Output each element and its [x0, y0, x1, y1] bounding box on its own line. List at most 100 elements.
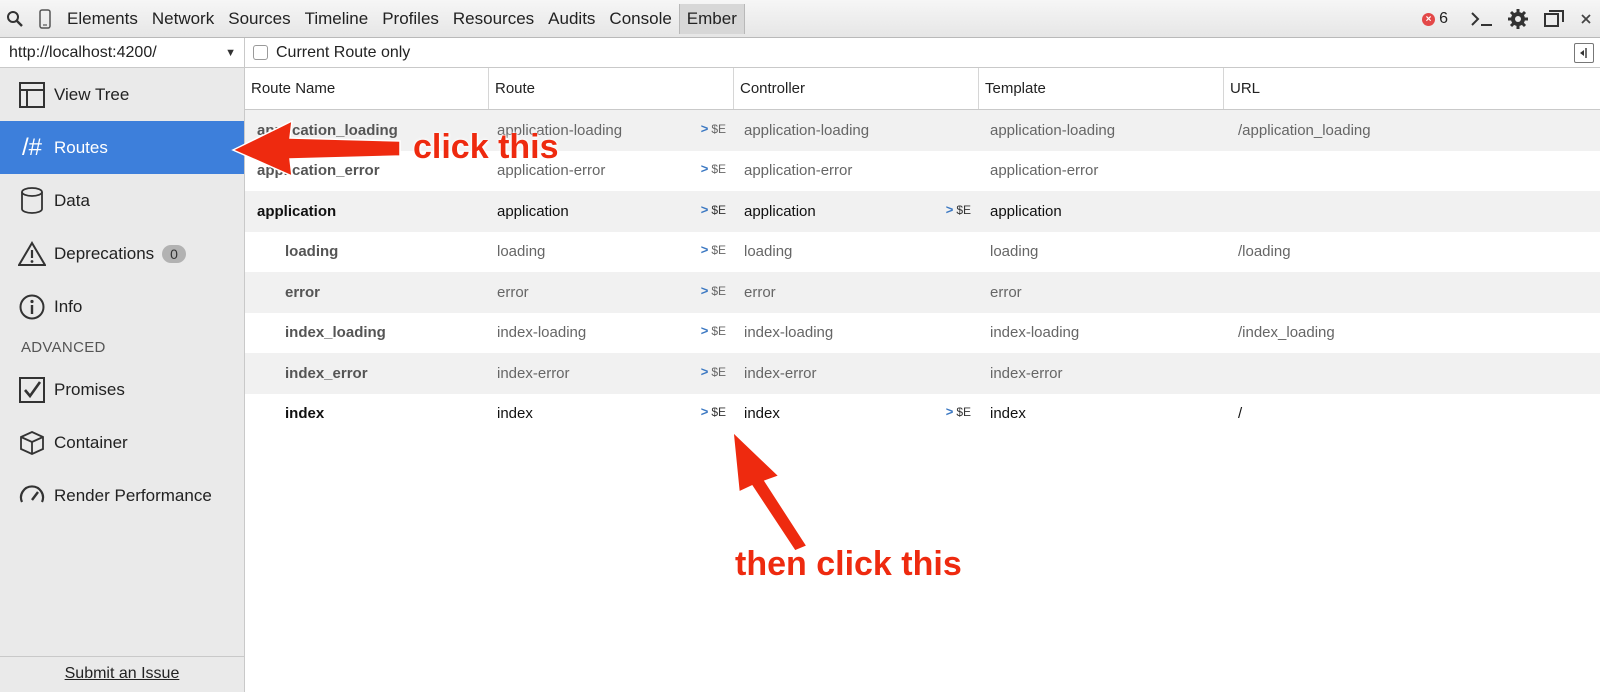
routes-table: Route Name Route Controller Template URL… [245, 68, 1600, 434]
error-icon: × [1422, 12, 1436, 26]
controller-cell: application-loading [734, 122, 979, 139]
inspect-route-button[interactable]: > $E [701, 283, 726, 298]
sidebar-item-promises[interactable]: Promises [0, 363, 244, 416]
controller-cell: application-error [734, 162, 979, 179]
header-controller[interactable]: Controller [734, 68, 979, 109]
filter-bar: Current Route only [245, 38, 1600, 68]
console-drawer-icon[interactable] [1464, 0, 1500, 38]
tab-resources[interactable]: Resources [446, 0, 541, 38]
inspect-route-button[interactable]: > $E [701, 161, 726, 176]
info-icon [18, 293, 46, 321]
table-row: error error > $E error error [245, 272, 1600, 313]
close-icon[interactable] [1572, 0, 1600, 38]
tab-timeline[interactable]: Timeline [298, 0, 376, 38]
annotation-click-this: click this [413, 128, 559, 166]
se-label: $E [711, 283, 726, 298]
app-url: http://localhost:4200/ [9, 43, 157, 61]
sidebar-item-label: Deprecations [54, 243, 155, 263]
header-template[interactable]: Template [979, 68, 1224, 109]
route-cell: application > $E [489, 202, 734, 220]
gear-icon[interactable] [1500, 0, 1536, 38]
caret-down-icon: ▼ [225, 46, 236, 59]
warning-icon [18, 240, 46, 268]
chevron-right-icon: > [700, 201, 709, 217]
error-counter[interactable]: × 6 [1422, 10, 1448, 28]
sidebar-item-info[interactable]: Info [0, 280, 244, 333]
inspect-route-button[interactable]: > $E [701, 121, 726, 136]
inspect-route-button[interactable]: > $E [701, 323, 726, 338]
gauge-icon [18, 482, 46, 510]
device-mode-icon[interactable] [30, 0, 60, 38]
current-route-only-label[interactable]: Current Route only [276, 44, 410, 62]
controller-cell: index > $E [734, 404, 979, 423]
url-cell: /loading [1238, 243, 1291, 261]
sidebar-item-view-tree[interactable]: View Tree [0, 68, 244, 121]
header-url[interactable]: URL [1224, 68, 1600, 109]
tab-console[interactable]: Console [602, 0, 678, 38]
submit-issue-link[interactable]: Submit an Issue [0, 656, 244, 692]
sidebar-item-render-performance[interactable]: Render Performance [0, 469, 244, 522]
chevron-right-icon: > [945, 201, 954, 217]
route-value: index [497, 405, 533, 423]
header-route[interactable]: Route [489, 68, 734, 109]
app-url-select[interactable]: http://localhost:4200/ ▼ [0, 38, 244, 68]
table-row: application application > $E application > $E a… [245, 191, 1600, 232]
inspect-route-button[interactable]: > $E [701, 404, 726, 419]
database-icon [18, 186, 46, 215]
template-cell: index-loading [990, 324, 1080, 342]
route-name-cell: index_loading [285, 324, 386, 342]
advanced-section-label: ADVANCED [21, 339, 106, 356]
sidebar-item-label: Routes [54, 137, 108, 157]
tab-ember[interactable]: Ember [678, 3, 745, 34]
controller-value: index [744, 405, 780, 423]
deprecations-count-badge: 0 [162, 244, 186, 263]
se-label: $E [956, 202, 971, 217]
template-cell: index-error [990, 364, 1063, 382]
toolbar-right: × 6 [1422, 0, 1600, 38]
search-icon[interactable] [0, 0, 30, 38]
sidebar-item-deprecations[interactable]: Deprecations 0 [0, 227, 244, 280]
sidebar: http://localhost:4200/ ▼ View Tree /# Ro… [0, 38, 245, 692]
tab-elements[interactable]: Elements [60, 0, 145, 38]
sidebar-item-data[interactable]: Data [0, 174, 244, 227]
error-count: 6 [1439, 10, 1448, 27]
inspect-controller-button[interactable]: > $E [946, 202, 971, 217]
chevron-right-icon: > [700, 323, 709, 339]
tab-sources[interactable]: Sources [221, 0, 297, 38]
table-row: index index > $E index > $E index / [245, 394, 1600, 435]
route-cell: index-error > $E [489, 364, 734, 382]
inspect-route-button[interactable]: > $E [701, 202, 726, 217]
dock-side-icon[interactable] [1536, 0, 1572, 38]
inspect-controller-button[interactable]: > $E [946, 404, 971, 419]
annotation-then-click-this: then click this [735, 545, 962, 583]
se-label: $E [711, 364, 726, 379]
toggle-inspector-icon[interactable] [1574, 43, 1594, 63]
route-name-cell: application [257, 202, 337, 220]
inspect-route-button[interactable]: > $E [701, 364, 726, 379]
se-label: $E [711, 243, 726, 258]
template-cell: error [990, 283, 1022, 301]
se-label: $E [711, 121, 726, 136]
chevron-right-icon: > [700, 363, 709, 379]
current-route-only-checkbox[interactable] [253, 45, 268, 60]
route-name-cell: index [285, 405, 325, 423]
route-cell: error > $E [489, 283, 734, 301]
route-name-cell: error [285, 283, 321, 301]
sidebar-item-label: Data [54, 190, 90, 210]
sidebar-item-container[interactable]: Container [0, 416, 244, 469]
sidebar-item-routes[interactable]: /# Routes [0, 121, 244, 174]
chevron-right-icon: > [700, 242, 709, 258]
controller-cell: loading [734, 243, 979, 260]
tab-network[interactable]: Network [145, 0, 221, 38]
header-route-name[interactable]: Route Name [245, 68, 489, 109]
inspect-route-button[interactable]: > $E [701, 242, 726, 257]
route-value: index-error [497, 364, 570, 382]
tab-audits[interactable]: Audits [541, 0, 602, 38]
se-label: $E [711, 324, 726, 339]
chevron-right-icon: > [700, 282, 709, 298]
tab-profiles[interactable]: Profiles [375, 0, 446, 38]
controller-value: application [744, 202, 816, 220]
chevron-right-icon: > [700, 120, 709, 136]
url-cell: /index_loading [1238, 324, 1335, 342]
controller-value: index-error [744, 364, 817, 382]
